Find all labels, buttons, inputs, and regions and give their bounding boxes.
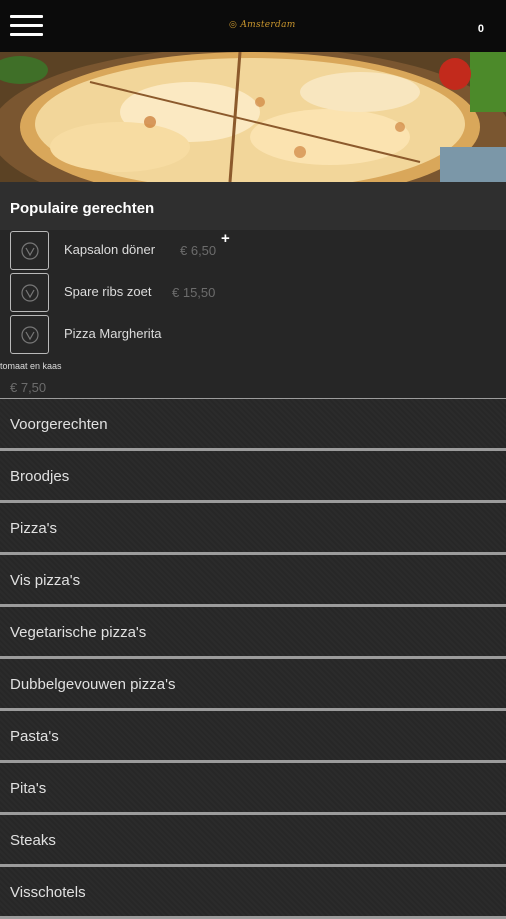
category-label: Visschotels — [10, 884, 86, 901]
category-label: Dubbelgevouwen pizza's — [10, 676, 176, 693]
category-label: Pasta's — [10, 728, 59, 745]
dish-placeholder-icon — [10, 231, 49, 270]
section-title: Populaire gerechten — [10, 200, 155, 217]
dish-name: Kapsalon döner — [64, 242, 156, 257]
dish-placeholder-icon — [10, 273, 49, 312]
category-label: Broodjes — [10, 468, 70, 485]
category-pizzas[interactable]: Pizza's — [0, 503, 506, 555]
dish-description: tomaat en kaas — [0, 361, 62, 371]
category-broodjes[interactable]: Broodjes — [0, 451, 506, 503]
dish-name: Pizza Margherita — [64, 326, 162, 341]
category-label: Pizza's — [10, 520, 58, 537]
app-logo[interactable]: ◎ Amsterdam — [229, 20, 296, 30]
category-label: Voorgerechten — [10, 416, 108, 433]
dish-name: Spare ribs zoet — [64, 284, 152, 299]
dish-price: € 6,50 — [180, 243, 217, 258]
popular-item-pizza-margherita[interactable]: Pizza Margherita tomaat en kaas € 7,50 — [0, 314, 506, 401]
dish-placeholder-icon — [10, 315, 49, 354]
top-bar: ◎ Amsterdam 0 — [0, 0, 506, 52]
hero-pizza-image — [0, 52, 506, 182]
category-pitas[interactable]: Pita's — [0, 763, 506, 815]
category-list: Voorgerechten Broodjes Pizza's Vis pizza… — [0, 399, 506, 919]
popular-item-spare-ribs[interactable]: Spare ribs zoet € 15,50 — [0, 272, 506, 316]
category-steaks[interactable]: Steaks — [0, 815, 506, 867]
category-vegetarische-pizzas[interactable]: Vegetarische pizza's — [0, 607, 506, 659]
dish-price: € 15,50 — [172, 285, 216, 300]
hamburger-menu-icon[interactable] — [10, 15, 43, 37]
category-label: Vegetarische pizza's — [10, 624, 147, 641]
category-voorgerechten[interactable]: Voorgerechten — [0, 399, 506, 451]
dish-price: € 7,50 — [10, 380, 47, 395]
popular-item-kapsalon[interactable]: Kapsalon döner € 6,50 + — [0, 230, 506, 274]
category-visschotels[interactable]: Visschotels — [0, 867, 506, 919]
add-to-cart-icon[interactable]: + — [221, 230, 230, 247]
category-dubbelgevouwen-pizzas[interactable]: Dubbelgevouwen pizza's — [0, 659, 506, 711]
popular-dishes-section: Populaire gerechten Kapsalon döner € 6,5… — [0, 182, 506, 401]
category-label: Pita's — [10, 780, 47, 797]
logo-mark-icon: ◎ — [229, 20, 241, 30]
category-vis-pizzas[interactable]: Vis pizza's — [0, 555, 506, 607]
logo-text: Amsterdam — [240, 20, 296, 30]
category-label: Steaks — [10, 832, 56, 849]
category-label: Vis pizza's — [10, 572, 81, 589]
cart-count-badge[interactable]: 0 — [478, 23, 484, 35]
category-pastas[interactable]: Pasta's — [0, 711, 506, 763]
pizza-image — [0, 52, 506, 182]
